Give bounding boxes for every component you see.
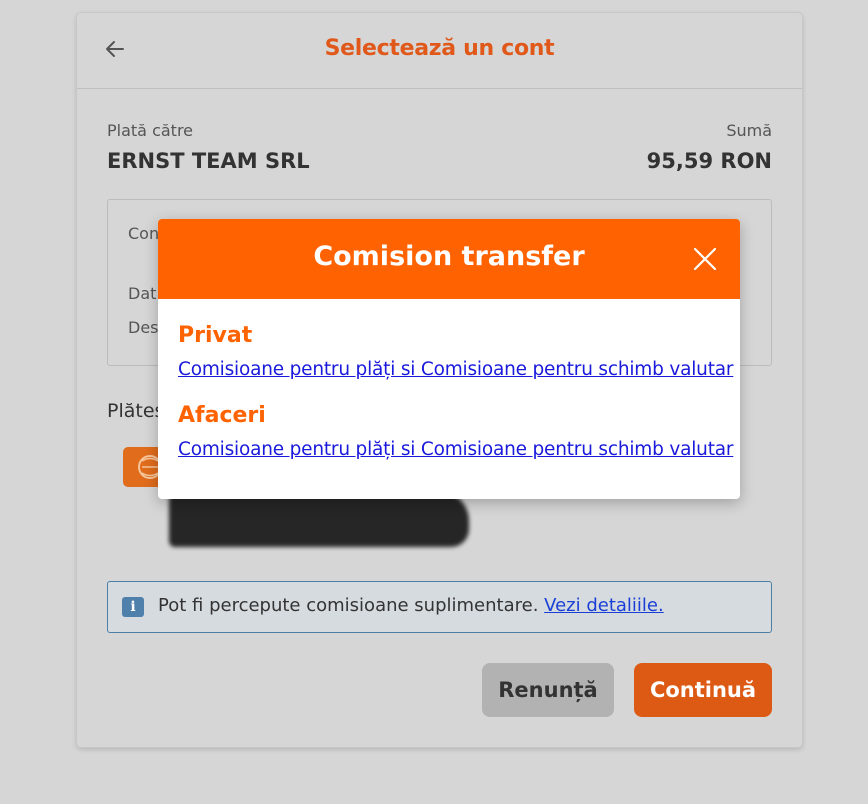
page-title: Selectează un cont — [324, 36, 555, 61]
modal-header: Comision transfer — [158, 219, 740, 299]
section-title-privat: Privat — [178, 323, 253, 348]
amount-value: 95,59 RON — [646, 149, 772, 173]
fees-link-afaceri[interactable]: Comisioane pentru plăți si Comisioane pe… — [178, 439, 733, 460]
info-banner: i Pot fi percepute comisioane suplimenta… — [107, 581, 772, 633]
info-text: Pot fi percepute comisioane suplimentare… — [158, 595, 664, 616]
payee-label: Plată către — [107, 121, 194, 140]
details-row-description: Des — [128, 318, 159, 337]
details-row-date: Dat — [128, 284, 157, 303]
card-header: Selectează un cont — [77, 13, 802, 89]
commission-modal: Comision transfer Privat Comisioane pent… — [158, 219, 740, 499]
bank-logo-icon — [123, 447, 163, 487]
close-icon[interactable] — [692, 246, 718, 272]
cancel-button[interactable]: Renunță — [482, 663, 614, 717]
info-message: Pot fi percepute comisioane suplimentare… — [158, 595, 539, 616]
payee-name: ERNST TEAM SRL — [107, 149, 310, 173]
section-title-afaceri: Afaceri — [178, 403, 266, 428]
continue-button[interactable]: Continuă — [634, 663, 772, 717]
amount-label: Sumă — [726, 121, 772, 140]
info-icon: i — [122, 597, 144, 617]
details-row-account: Con — [128, 224, 160, 243]
fees-link-privat[interactable]: Comisioane pentru plăți si Comisioane pe… — [178, 359, 733, 380]
modal-title: Comision transfer — [313, 241, 585, 272]
pay-from-label: Plăteș — [107, 400, 165, 422]
redacted-account-details — [169, 491, 469, 547]
info-details-link[interactable]: Vezi detaliile. — [544, 595, 664, 616]
